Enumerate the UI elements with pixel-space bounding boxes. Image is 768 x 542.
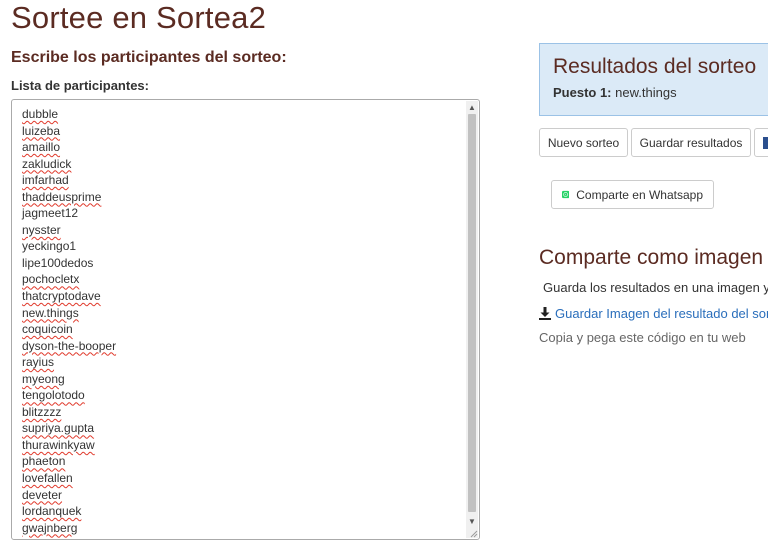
share-description: Guarda los resultados en una imagen y p [543, 280, 768, 295]
participant-entry: lovefallen [22, 471, 73, 486]
whatsapp-icon [562, 190, 570, 199]
participant-entry: nysster [22, 222, 61, 237]
results-title: Resultados del sorteo [553, 55, 757, 78]
participant-entry: thurawinkyaw [22, 437, 95, 452]
participants-list: dubble luizeba amaillo zakludick imfarhad tha… [22, 106, 459, 536]
participant-entry: lipe100dedos [22, 255, 94, 270]
participant-entry: phaeton [22, 454, 66, 469]
participant-entry: tengolotodo [22, 388, 85, 403]
whatsapp-share-button[interactable]: Comparte en Whatsapp [551, 180, 714, 209]
participant-entry: pochocletx [22, 272, 80, 287]
result-place-1: Puesto 1: new.things [553, 85, 677, 100]
participants-list-label: Lista de participantes: [11, 78, 149, 93]
participant-entry: thatcryptodave [22, 289, 101, 304]
textarea-scrollbar[interactable]: ▲ ▼ [466, 101, 478, 538]
participant-entry: imfarhad [22, 173, 69, 188]
scroll-down-arrow[interactable]: ▼ [466, 515, 478, 528]
participant-entry: lordanquek [22, 504, 82, 519]
share-image-title: Comparte como imagen [539, 246, 764, 269]
results-panel: Resultados del sorteo Puesto 1: new.thin… [539, 43, 768, 116]
download-icon [539, 307, 551, 320]
participant-entry: rayius [22, 355, 55, 370]
new-draw-button[interactable]: Nuevo sorteo [539, 128, 628, 157]
participant-entry: new.things [22, 305, 79, 320]
participant-entry: supriya.gupta [22, 421, 95, 436]
save-results-button[interactable]: Guardar resultados [631, 128, 751, 157]
participant-entry: blitzzzz [22, 404, 62, 419]
participant-entry: yeckingo1 [22, 239, 77, 254]
participant-entry: dyson-the-booper [22, 338, 117, 353]
scrollbar-thumb[interactable] [468, 114, 476, 512]
participant-entry: coquicoin [22, 322, 73, 337]
share-button[interactable] [754, 128, 768, 157]
resize-grip-icon[interactable] [468, 528, 478, 538]
participant-entry: thaddeusprime [22, 189, 102, 204]
participants-textarea[interactable]: dubble luizeba amaillo zakludick imfarhad tha… [11, 99, 480, 540]
place-label: Puesto 1: [553, 85, 612, 100]
participants-subtitle: Escribe los participantes del sorteo: [11, 49, 287, 66]
facebook-icon [763, 136, 768, 149]
download-image-link[interactable]: Guardar Imagen del resultado del sor [539, 306, 768, 321]
participant-entry: gwajnberg [22, 520, 78, 535]
participant-entry: amaillo [22, 140, 61, 155]
page-title: Sortee en Sortea2 [11, 0, 267, 35]
scroll-up-arrow[interactable]: ▲ [466, 101, 478, 114]
whatsapp-button-label: Comparte en Whatsapp [576, 187, 703, 202]
participant-entry: deveter [22, 487, 63, 502]
participant-entry: zakludick [22, 156, 72, 171]
participant-entry: luizeba [22, 123, 61, 138]
participant-entry: dubble [22, 107, 59, 121]
participant-entry: myeong [22, 371, 65, 386]
participant-entry: jagmeet12 [22, 206, 79, 221]
winner-name: new.things [615, 85, 677, 100]
embed-code-hint: Copia y pega este código en tu web [539, 330, 746, 345]
